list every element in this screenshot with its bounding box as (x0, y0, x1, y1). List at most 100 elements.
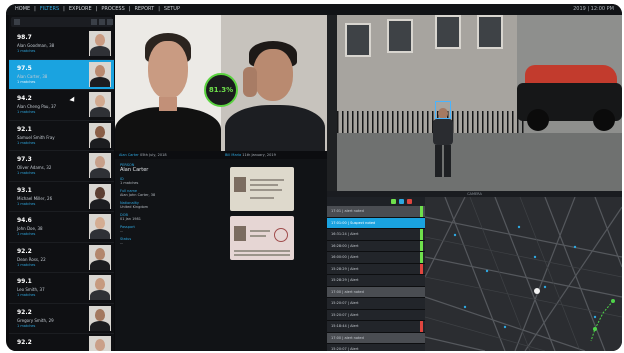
alert-text: 16:31:24 | Alert (331, 232, 359, 236)
alert-row[interactable]: 17:01 | alert noted (327, 206, 425, 218)
match-score: 94.2 (17, 95, 32, 102)
passport-image[interactable] (230, 216, 294, 260)
status-green-icon[interactable] (391, 199, 396, 204)
alert-row[interactable]: 15:28:29 | Alert (327, 275, 425, 287)
result-row[interactable]: 93.1 Michael Miller, 26 1 matches (9, 182, 114, 212)
probe-caption-date: 11th January, 2019 (242, 153, 276, 157)
alert-status-strip (420, 252, 423, 263)
match-score: 92.2 (17, 247, 32, 255)
result-row[interactable]: 97.5 Alan Carter, 38 1 matches (9, 59, 114, 90)
match-count: 1 matches (17, 140, 36, 145)
alerts-toolbar (327, 197, 425, 206)
alert-status-strip (420, 321, 423, 332)
face-thumbnail (89, 61, 111, 87)
menu-item-explore[interactable]: EXPLORE (69, 6, 92, 12)
face-thumbnail (89, 305, 111, 331)
result-row[interactable]: 94.6 John Doe, 38 1 matches (9, 212, 114, 243)
list-icon[interactable] (99, 19, 105, 25)
person-name: Alan Goodman, 38 (17, 43, 55, 48)
result-row[interactable]: 92.2 Dean Ross, 22 1 matches (9, 243, 114, 273)
sort-icon[interactable] (107, 19, 113, 25)
face-thumbnail (89, 153, 111, 178)
alert-row[interactable]: 15:18:44 | Alert (327, 321, 425, 333)
alert-text: 17:01 | alert noted (331, 209, 364, 213)
result-row[interactable]: 92.2 (9, 334, 114, 351)
alert-row[interactable]: 16:00:00 | Alert (327, 252, 425, 264)
face-thumbnail (89, 31, 111, 56)
alert-status-strip (420, 206, 423, 217)
alert-row[interactable]: 17:00 | alert noted (327, 332, 425, 344)
person-name: Oliver Adams, 32 (17, 165, 52, 170)
detail-subvalue: ... (120, 229, 124, 233)
detail-field: Nationality United Kingdom (120, 201, 220, 209)
camera-feed[interactable] (327, 15, 622, 191)
match-count: 1 matches (17, 293, 36, 297)
face-thumbnail (89, 214, 111, 239)
person-name: Gregory Smith, 29 (17, 317, 54, 323)
menu-item-home[interactable]: HOME (15, 6, 30, 12)
alert-row[interactable]: 17:01:00 | Suspect noted (327, 217, 425, 229)
match-score: 97.5 (17, 64, 32, 72)
app-window: HOME | FILTERS | EXPLORE | PROCESS | REPORT | SETU… (6, 4, 622, 351)
detail-subvalue: ... (120, 241, 124, 245)
result-row[interactable]: 97.3 Oliver Adams, 32 1 matches (9, 151, 114, 182)
face-thumbnail (89, 275, 111, 300)
result-row[interactable]: 98.7 Alan Goodman, 38 1 matches (9, 29, 114, 60)
results-toolbar (11, 17, 113, 27)
menu-item-setup[interactable]: SETUP (164, 6, 180, 12)
top-menu-bar: HOME | FILTERS | EXPLORE | PROCESS | REPORT | SETU… (6, 4, 622, 15)
menu-item-report[interactable]: REPORT (134, 6, 154, 12)
id-card-image[interactable] (230, 167, 294, 211)
alert-row[interactable]: 16:31:24 | Alert (327, 229, 425, 241)
alert-row[interactable]: 15:20:07 | Alert (327, 344, 425, 351)
close-icon[interactable] (407, 199, 412, 204)
alert-status-strip (420, 263, 423, 274)
detail-value: Alan Carter (120, 167, 149, 173)
menu-separator: | (95, 6, 98, 12)
document-scans (230, 167, 298, 265)
match-count: 1 matches (17, 110, 36, 114)
street-map (425, 197, 622, 351)
alert-row[interactable]: 15:28:29 | Alert (327, 263, 425, 275)
probe-caption: Bill Maria 11th January, 2019 (221, 151, 327, 159)
menu-separator: | (34, 6, 36, 12)
map-view[interactable] (425, 197, 622, 351)
alert-row[interactable]: 17:00 | alert noted (327, 286, 425, 298)
match-score: 92.1 (17, 125, 32, 133)
match-count: 1 matches (17, 201, 36, 206)
results-list: 98.7 Alan Goodman, 38 1 matches 97.5 Alan Ca… (9, 29, 114, 351)
face-thumbnail (89, 92, 111, 117)
menu-item-process[interactable]: PROCESS (101, 6, 124, 12)
reference-caption-label: Alan Carter (119, 153, 139, 157)
clock-readout: 2019 | 12:00 PM (573, 6, 614, 12)
surveillance-panel: CAMERA 17:01 | alert noted 17:01:00 | Sus… (327, 15, 622, 351)
result-row[interactable]: 99.1 Leo Smith, 37 1 matches (9, 273, 114, 304)
result-row[interactable]: 92.2 Gregory Smith, 29 1 matches (9, 304, 114, 334)
face-thumbnail (89, 122, 111, 148)
detail-subvalue: United Kingdom (120, 205, 149, 209)
face-detection-box (435, 101, 451, 119)
person-details: PERSON Alan Carter ID 1 matches Full name Ala… (120, 163, 220, 249)
alert-text: 15:20:07 | Alert (331, 347, 359, 351)
status-blue-icon[interactable] (399, 199, 404, 204)
alert-row[interactable]: 15:20:07 | Alert (327, 309, 425, 321)
menu-separator: | (158, 6, 160, 12)
grid-icon[interactable] (91, 19, 97, 25)
face-thumbnail (89, 244, 111, 270)
alert-row[interactable]: 15:20:07 | Alert (327, 298, 425, 310)
result-row[interactable]: 94.2 Alan Cheng Pau, 37 1 matches (9, 90, 114, 121)
detail-field: Status... (120, 237, 220, 245)
match-count: 1 matches (17, 323, 36, 328)
match-count: 1 matches (17, 262, 36, 267)
menu-item-filters[interactable]: FILTERS (40, 6, 59, 12)
detail-field: DOB 01 Jan 1981 (120, 213, 220, 221)
match-score-badge: 81.3% (204, 73, 238, 107)
alert-text: 17:01:00 | Suspect noted (331, 220, 376, 225)
result-row[interactable]: 92.1 Samuel Smith Fray 1 matches (9, 121, 114, 151)
person-name: Samuel Smith Fray (17, 134, 55, 140)
person-name: Alan Carter, 38 (17, 73, 48, 79)
alert-row[interactable]: 16:28:00 | Alert (327, 240, 425, 252)
search-icon[interactable] (14, 19, 20, 25)
match-score: 93.1 (17, 186, 32, 194)
person-name: Alan Cheng Pau, 37 (17, 104, 57, 109)
